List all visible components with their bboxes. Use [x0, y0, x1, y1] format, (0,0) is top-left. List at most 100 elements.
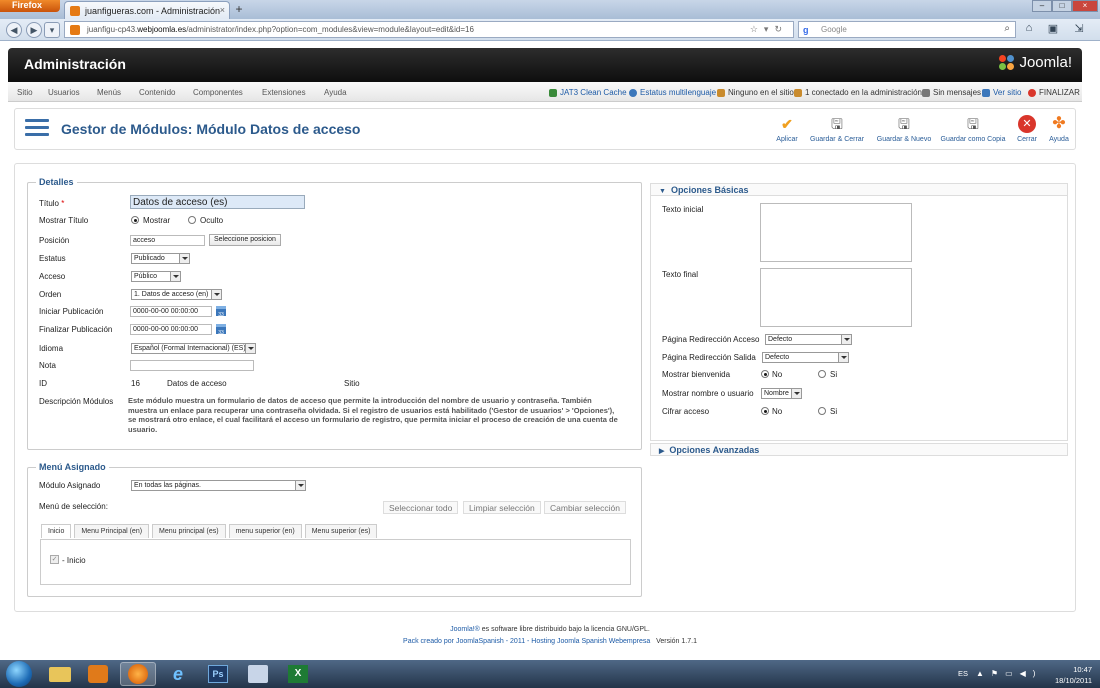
greeting-radio-yes[interactable]: [818, 370, 826, 378]
media-player-app-icon[interactable]: [80, 662, 116, 686]
menu-item-usuarios[interactable]: Usuarios: [48, 88, 80, 97]
tab-inicio[interactable]: Inicio: [41, 524, 72, 538]
greeting-radio-no[interactable]: [761, 370, 769, 378]
save-copy-button[interactable]: 🖫 Guardar como Copia: [939, 115, 1007, 143]
joomla-link[interactable]: Joomla!®: [450, 626, 480, 633]
encrypt-radio-no[interactable]: [761, 407, 769, 415]
show-title-radio-hide[interactable]: [188, 216, 196, 224]
calendar-icon[interactable]: 33: [216, 324, 226, 336]
login-redirect-value: Defecto: [768, 336, 793, 343]
pack-link[interactable]: Pack creado por JoomlaSpanish - 2011 - H…: [403, 638, 650, 645]
module-description: Este módulo muestra un formulario de dat…: [128, 396, 618, 434]
start-button[interactable]: [6, 661, 32, 687]
apply-button[interactable]: ✔ Aplicar: [771, 115, 803, 143]
menu-item-ayuda[interactable]: Ayuda: [324, 88, 347, 97]
firefox-app-icon[interactable]: [120, 662, 156, 686]
start-publishing-input[interactable]: 0000-00-00 00:00:00: [130, 306, 212, 317]
footer-line2: Pack creado por JoomlaSpanish - 2011 - H…: [0, 636, 1100, 648]
logout-link[interactable]: FINALIZAR: [1028, 88, 1080, 97]
position-input[interactable]: acceso: [130, 235, 205, 246]
show-title-radio-show[interactable]: [131, 216, 139, 224]
calendar-icon[interactable]: 33: [216, 306, 226, 318]
search-icon[interactable]: ⌕: [1004, 23, 1010, 34]
menu-item-checkbox[interactable]: ✓: [50, 555, 59, 564]
menu-item-componentes[interactable]: Componentes: [193, 88, 243, 97]
note-input[interactable]: [130, 360, 254, 371]
clear-selection-button[interactable]: Limpiar selección: [463, 501, 541, 514]
encrypt-radio-yes[interactable]: [818, 407, 826, 415]
module-assigned-select[interactable]: En todas las páginas.: [131, 480, 306, 491]
close-tab-icon[interactable]: ×: [220, 5, 225, 15]
pre-text-textarea[interactable]: [760, 203, 912, 262]
url-bar[interactable]: juanfigu-cp43.webjoomla.es/administrator…: [64, 21, 794, 38]
forward-icon[interactable]: ▶: [26, 22, 42, 38]
language-indicator[interactable]: ES: [958, 669, 968, 678]
status-messages[interactable]: Sin mensajes: [922, 88, 981, 97]
firefox-menu-button[interactable]: Firefox: [0, 0, 60, 12]
explorer-app-icon[interactable]: [42, 662, 78, 686]
logout-redirect-select[interactable]: Defecto: [762, 352, 849, 363]
view-site-link[interactable]: Ver sitio: [982, 88, 1021, 97]
access-select[interactable]: Público: [131, 271, 181, 282]
select-all-button[interactable]: Seleccionar todo: [383, 501, 459, 514]
order-select[interactable]: 1. Datos de acceso (en): [131, 289, 222, 300]
finish-publishing-label: Finalizar Publicación: [39, 325, 113, 334]
photoshop-app-icon[interactable]: Ps: [200, 662, 236, 686]
tools-icon[interactable]: ⇲: [1070, 22, 1088, 38]
status-select[interactable]: Publicado: [131, 253, 190, 264]
help-button[interactable]: ✤ Ayuda: [1045, 115, 1073, 143]
post-text-textarea[interactable]: [760, 268, 912, 327]
tab-menu-superior-es[interactable]: Menu superior (es): [304, 524, 378, 538]
checkmark-icon: ✔: [781, 116, 793, 132]
status-multilang[interactable]: Estatus multilenguaje: [629, 88, 716, 97]
history-icon[interactable]: ▾: [44, 22, 60, 38]
clock[interactable]: 10:47 18/10/2011: [1055, 664, 1092, 686]
save-close-button[interactable]: 🖫 Guardar & Cerrar: [805, 115, 869, 143]
tab-menu-principal-en[interactable]: Menu Principal (en): [74, 524, 150, 538]
maximize-icon[interactable]: □: [1052, 0, 1072, 12]
title-input[interactable]: Datos de acceso (es): [130, 195, 305, 209]
home-icon[interactable]: ⌂: [1020, 22, 1038, 38]
url-tools-icons[interactable]: ☆▾↻: [750, 24, 788, 35]
excel-app-icon[interactable]: X: [280, 662, 316, 686]
tab-menu-principal-es[interactable]: Menu principal (es): [152, 524, 226, 538]
close-button[interactable]: ✕ Cerrar: [1013, 115, 1041, 143]
finish-publishing-input[interactable]: 0000-00-00 00:00:00: [130, 324, 212, 335]
show-option-label: Mostrar: [143, 216, 171, 225]
logout-redirect-label: Página Redirección Salida: [662, 353, 756, 362]
menu-item-extensiones[interactable]: Extensiones: [262, 88, 306, 97]
save-copy-label: Guardar como Copia: [940, 136, 1006, 143]
joomla-logo-icon: [999, 54, 1015, 71]
name-select[interactable]: Nombre: [761, 388, 802, 399]
login-redirect-select[interactable]: Defecto: [765, 334, 852, 345]
close-window-icon[interactable]: ×: [1072, 0, 1098, 12]
menu-item-contenido[interactable]: Contenido: [139, 88, 175, 97]
language-select[interactable]: Español (Formal Internacional) (ES): [131, 343, 256, 354]
joomla-logo-text: Joomla!: [1019, 54, 1072, 71]
save-new-button[interactable]: 🖫 Guardar & Nuevo: [871, 115, 937, 143]
close-icon: ✕: [1018, 115, 1036, 133]
advanced-options-header[interactable]: ▶ Opciones Avanzadas: [650, 443, 1068, 456]
search-input[interactable]: g Google ⌕: [798, 21, 1016, 38]
menu-item-menus[interactable]: Menús: [97, 88, 121, 97]
favicon-icon: [70, 6, 80, 16]
internet-explorer-app-icon[interactable]: e: [160, 662, 196, 686]
browser-tab[interactable]: juanfigueras.com - Administración ×: [64, 1, 230, 19]
select-position-button[interactable]: Seleccione posicion: [209, 234, 281, 246]
new-tab-button[interactable]: +: [232, 3, 246, 16]
position-label: Posición: [39, 236, 70, 245]
menu-item-sitio[interactable]: Sitio: [17, 88, 33, 97]
bookmarks-icon[interactable]: ▣: [1044, 22, 1062, 38]
status-cache[interactable]: JAT3 Clean Cache: [549, 88, 627, 97]
network-app-icon[interactable]: [240, 662, 276, 686]
back-icon[interactable]: ◀: [6, 22, 22, 38]
tab-menu-superior-en[interactable]: menu superior (en): [228, 524, 302, 538]
show-title-label: Mostrar Título: [39, 216, 89, 225]
basic-options-header[interactable]: ▼ Opciones Básicas: [650, 183, 1068, 196]
windows-taskbar: e Ps X ES ▲⚑▭◀) 10:47 18/10/2011: [0, 660, 1100, 688]
encrypt-no-label: No: [772, 407, 783, 416]
toggle-selection-button[interactable]: Cambiar selección: [544, 501, 626, 514]
minimize-icon[interactable]: –: [1032, 0, 1052, 12]
tray-icons[interactable]: ▲⚑▭◀): [976, 669, 1042, 678]
advanced-options-title: Opciones Avanzadas: [669, 445, 760, 455]
